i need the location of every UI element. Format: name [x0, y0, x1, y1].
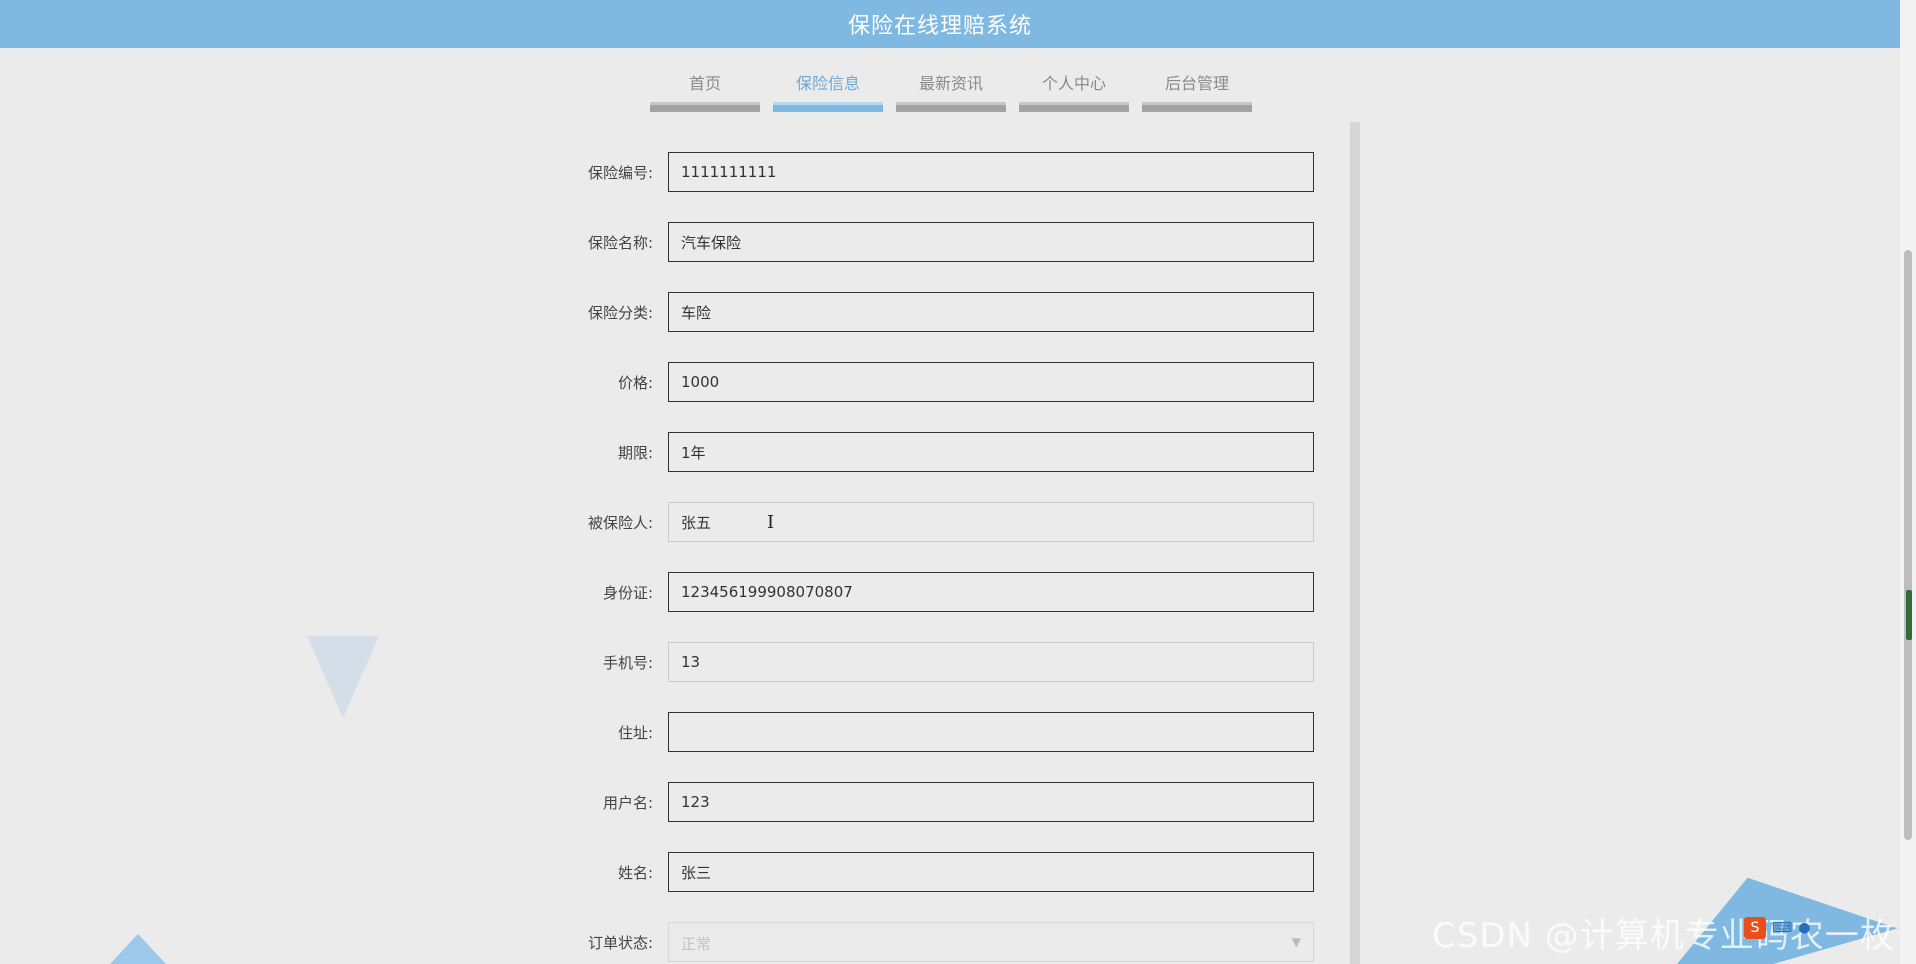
- nav-item-personal-center[interactable]: 个人中心: [1019, 60, 1129, 112]
- form-row-phone: 手机号:: [560, 642, 1320, 712]
- policy-no-label: 保险编号:: [587, 164, 653, 182]
- term-input[interactable]: [668, 432, 1314, 472]
- scrollbar-thumb[interactable]: [1904, 250, 1912, 840]
- phone-label: 手机号:: [602, 654, 653, 672]
- nav-item-news[interactable]: 最新资讯: [896, 60, 1006, 112]
- decorative-triangle: [307, 636, 379, 718]
- form-row-policy-no: 保险编号:: [560, 152, 1320, 222]
- address-label: 住址:: [617, 724, 653, 742]
- form-row-price: 价格:: [560, 362, 1320, 432]
- username-input[interactable]: [668, 782, 1314, 822]
- nav-item-home[interactable]: 首页: [650, 60, 760, 112]
- form-row-id-card: 身份证:: [560, 572, 1320, 642]
- form-row-insured: 被保险人:: [560, 502, 1320, 572]
- site-title: 保险在线理赔系统: [847, 14, 1032, 39]
- nav-bar: [1142, 102, 1252, 112]
- main-nav: 首页 保险信息 最新资讯 个人中心 后台管理: [650, 60, 1252, 112]
- decorative-triangle: [110, 934, 166, 964]
- csdn-watermark: CSDN @计算机专业码农一枚: [1432, 916, 1895, 956]
- form-row-category: 保险分类:: [560, 292, 1320, 362]
- nav-bar: [896, 102, 1006, 112]
- form-row-term: 期限:: [560, 432, 1320, 502]
- form-row-policy-name: 保险名称:: [560, 222, 1320, 292]
- site-header: 保险在线理赔系统: [0, 0, 1900, 48]
- phone-input[interactable]: [668, 642, 1314, 682]
- category-input[interactable]: [668, 292, 1314, 332]
- form-row-address: 住址:: [560, 712, 1320, 782]
- form-row-order-status: 订单状态: 正常 ▼: [560, 922, 1320, 964]
- microphone-icon[interactable]: ●: [1798, 920, 1810, 936]
- policy-no-input[interactable]: [668, 152, 1314, 192]
- nav-bar: [650, 102, 760, 112]
- sogou-ime-icon[interactable]: S: [1744, 917, 1766, 939]
- insured-input[interactable]: [668, 502, 1314, 542]
- name-input[interactable]: [668, 852, 1314, 892]
- page: 保险在线理赔系统 首页 保险信息 最新资讯 个人中心 后台管理 保险编号: 11…: [0, 0, 1916, 964]
- price-label: 价格:: [617, 374, 653, 392]
- username-label: 用户名:: [602, 794, 653, 812]
- id-card-input[interactable]: [668, 572, 1314, 612]
- order-status-select[interactable]: 正常 ▼: [668, 922, 1314, 962]
- nav-item-insurance-info[interactable]: 保险信息: [773, 60, 883, 112]
- category-label: 保险分类:: [587, 304, 653, 322]
- form-row-username: 用户名:: [560, 782, 1320, 852]
- name-label: 姓名:: [617, 864, 653, 882]
- price-input[interactable]: [668, 362, 1314, 402]
- scrollbar-marker: [1906, 590, 1912, 640]
- nav-bar-active: [773, 102, 883, 112]
- order-status-label: 订单状态:: [587, 934, 653, 952]
- address-input[interactable]: [668, 712, 1314, 752]
- keyboard-icon[interactable]: ⌨: [1772, 920, 1792, 936]
- insured-label: 被保险人:: [587, 514, 653, 532]
- form-row-name: 姓名:: [560, 852, 1320, 922]
- nav-bar: [1019, 102, 1129, 112]
- policy-name-input[interactable]: [668, 222, 1314, 262]
- order-status-value: 正常: [681, 935, 712, 953]
- insurance-order-form: 保险编号: 保险名称: 保险分类: 价格: 期限: 被保险人: 身份证: 手机: [560, 152, 1320, 964]
- policy-name-label: 保险名称:: [587, 234, 653, 252]
- nav-item-admin[interactable]: 后台管理: [1142, 60, 1252, 112]
- content-divider: [1350, 122, 1360, 964]
- id-card-label: 身份证:: [602, 584, 653, 602]
- text-cursor-icon: I: [767, 512, 775, 533]
- page-scrollbar[interactable]: [1900, 0, 1916, 964]
- chevron-down-icon: ▼: [1291, 935, 1301, 949]
- term-label: 期限:: [617, 444, 653, 462]
- ime-toolbar: S ⌨ ●: [1744, 917, 1810, 939]
